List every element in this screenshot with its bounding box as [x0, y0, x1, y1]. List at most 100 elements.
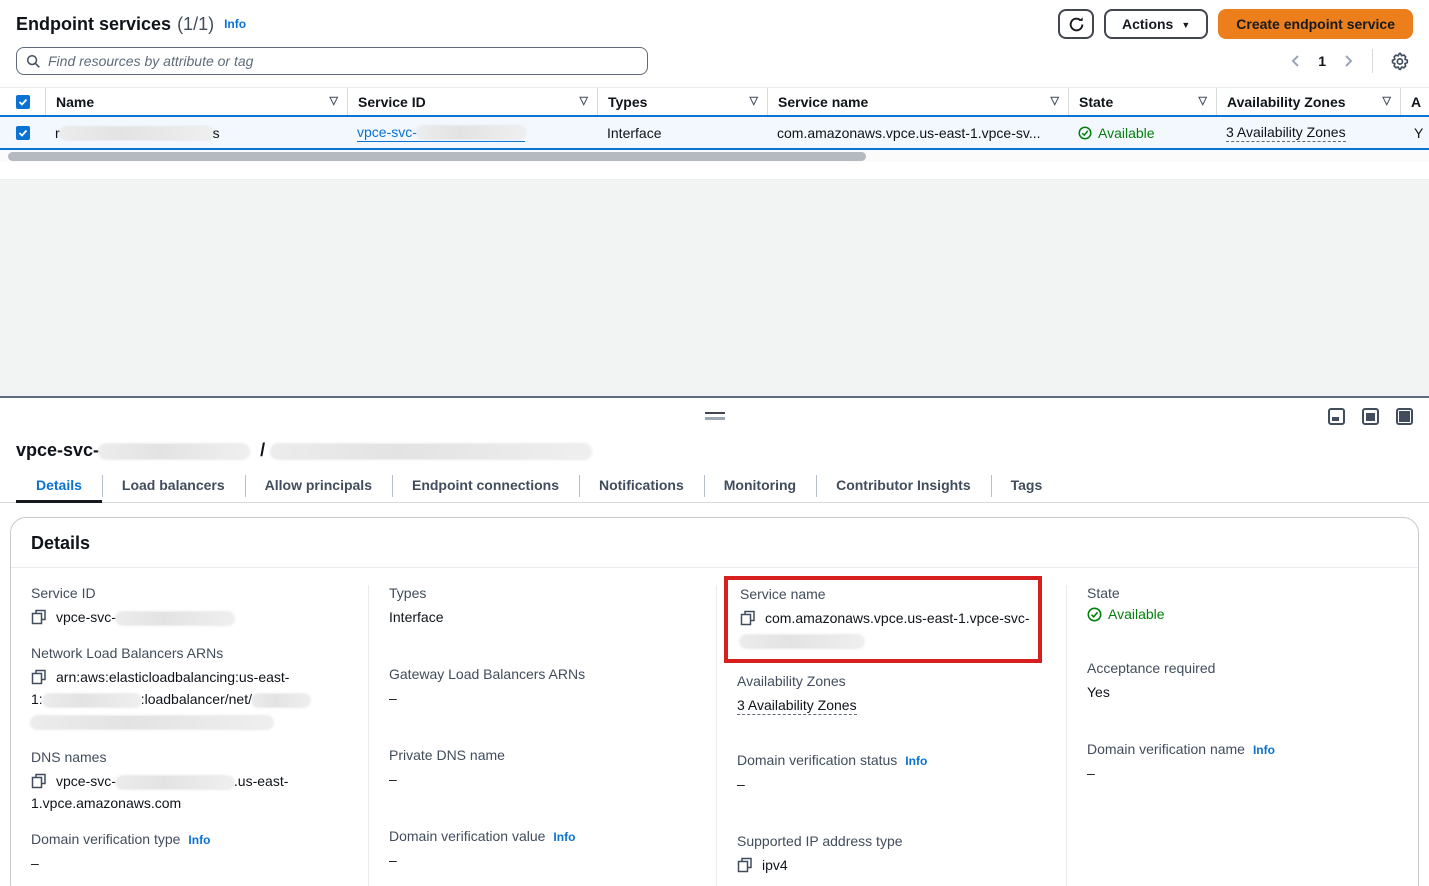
- table-row[interactable]: rs vpce-svc- Interface com.amazonaws.vpc…: [0, 115, 1429, 150]
- panel-size-small-icon[interactable]: [1328, 408, 1345, 425]
- tab-details[interactable]: Details: [16, 470, 102, 502]
- details-card: Details Service ID vpce-svc- Network Loa…: [10, 517, 1419, 886]
- field-domain-verification-name: Domain verification nameInfo –: [1087, 741, 1400, 784]
- copy-icon[interactable]: [31, 773, 47, 789]
- cell-availability-zones: 3 Availability Zones: [1216, 124, 1400, 142]
- table-card-padding: [0, 162, 1429, 179]
- row-checkbox[interactable]: [0, 126, 45, 140]
- redacted-text: [60, 127, 213, 140]
- filter-icon[interactable]: ▽: [1199, 94, 1207, 107]
- panel-size-medium-icon[interactable]: [1362, 408, 1379, 425]
- page-number[interactable]: 1: [1312, 53, 1332, 69]
- cell-name: rs: [45, 125, 347, 141]
- tab-load-balancers[interactable]: Load balancers: [102, 470, 245, 502]
- page-title: Endpoint services: [16, 14, 171, 35]
- panel-size-large-icon[interactable]: [1396, 408, 1413, 425]
- field-gwlb-arns: Gateway Load Balancers ARNs –: [389, 666, 698, 709]
- horizontal-scrollbar[interactable]: [0, 150, 1429, 162]
- create-endpoint-service-button[interactable]: Create endpoint service: [1218, 9, 1413, 39]
- resource-count: (1/1): [177, 14, 214, 35]
- tab-allow-principals[interactable]: Allow principals: [245, 470, 392, 502]
- redacted-text: [43, 694, 141, 707]
- red-annotation-box: Service name com.amazonaws.vpce.us-east-…: [724, 576, 1042, 663]
- info-link[interactable]: Info: [188, 833, 210, 847]
- field-private-dns-name: Private DNS name –: [389, 747, 698, 790]
- table-toolbar: Find resources by attribute or tag 1: [0, 45, 1429, 87]
- column-header-service-id[interactable]: Service ID ▽: [347, 88, 597, 115]
- next-page-button[interactable]: [1336, 49, 1360, 73]
- search-input[interactable]: Find resources by attribute or tag: [16, 47, 648, 75]
- field-types: Types Interface: [389, 585, 698, 628]
- tab-endpoint-connections[interactable]: Endpoint connections: [392, 470, 579, 502]
- scrollbar-thumb[interactable]: [8, 152, 866, 161]
- copy-icon[interactable]: [737, 857, 753, 873]
- copy-icon[interactable]: [31, 609, 47, 625]
- details-heading: Details: [11, 518, 1418, 568]
- copy-icon[interactable]: [31, 669, 47, 685]
- status-available-icon: [1078, 126, 1092, 140]
- column-header-types[interactable]: Types ▽: [597, 88, 767, 115]
- info-link[interactable]: Info: [905, 754, 927, 768]
- redacted-text: [116, 612, 234, 625]
- column-header-clipped[interactable]: A: [1400, 88, 1429, 115]
- availability-zones-popover[interactable]: 3 Availability Zones: [737, 697, 857, 715]
- field-service-name: Service name com.amazonaws.vpce.us-east-…: [740, 586, 1030, 651]
- field-service-id: Service ID vpce-svc-: [31, 585, 350, 628]
- info-link[interactable]: Info: [553, 830, 575, 844]
- field-domain-verification-type: Domain verification typeInfo –: [31, 831, 350, 874]
- split-panel-title: vpce-svc- /: [16, 440, 1413, 461]
- field-nlb-arns: Network Load Balancers ARNs arn:aws:elas…: [31, 645, 350, 732]
- refresh-button[interactable]: [1058, 9, 1094, 39]
- search-placeholder: Find resources by attribute or tag: [48, 53, 253, 69]
- checkbox-checked-icon: [16, 126, 30, 140]
- checkbox-checked-icon: [16, 95, 30, 109]
- filter-icon[interactable]: ▽: [580, 94, 588, 107]
- details-column-1: Service ID vpce-svc- Network Load Balanc…: [11, 585, 368, 886]
- column-header-availability-zones[interactable]: Availability Zones ▽: [1216, 88, 1400, 115]
- info-link[interactable]: Info: [1253, 743, 1275, 757]
- info-link[interactable]: Info: [224, 17, 246, 31]
- cell-service-id: vpce-svc-: [347, 124, 597, 142]
- service-id-link[interactable]: vpce-svc-: [357, 124, 525, 142]
- field-dns-names: DNS names vpce-svc-.us-east- 1.vpce.amaz…: [31, 749, 350, 814]
- split-panel-drag-handle[interactable]: [705, 412, 725, 420]
- redacted-text: [252, 694, 310, 707]
- field-domain-verification-value: Domain verification valueInfo –: [389, 828, 698, 871]
- select-all-checkbox[interactable]: [0, 88, 45, 115]
- chevron-down-icon: ▼: [1181, 20, 1190, 30]
- status-available-icon: [1087, 607, 1102, 622]
- filter-icon[interactable]: ▽: [1383, 94, 1391, 107]
- redacted-text: [417, 126, 525, 139]
- tab-monitoring[interactable]: Monitoring: [704, 470, 816, 502]
- details-column-4: State Available Acceptance required Yes …: [1066, 585, 1418, 886]
- details-column-2: Types Interface Gateway Load Balancers A…: [368, 585, 716, 886]
- field-supported-ip: Supported IP address type ipv4: [737, 833, 1048, 876]
- redacted-text: [31, 716, 273, 729]
- tab-notifications[interactable]: Notifications: [579, 470, 704, 502]
- cell-types: Interface: [597, 125, 767, 141]
- tab-contributor-insights[interactable]: Contributor Insights: [816, 470, 991, 502]
- cell-service-name: com.amazonaws.vpce.us-east-1.vpce-sv...: [767, 125, 1068, 141]
- filter-icon[interactable]: ▽: [330, 94, 338, 107]
- cell-clipped: Y: [1400, 125, 1429, 141]
- page-background: [0, 179, 1429, 396]
- cell-state: Available: [1068, 125, 1216, 141]
- column-header-name[interactable]: Name ▽: [45, 88, 347, 115]
- filter-icon[interactable]: ▽: [1051, 94, 1059, 107]
- redacted-text: [271, 444, 591, 459]
- tab-tags[interactable]: Tags: [991, 470, 1063, 502]
- copy-icon[interactable]: [740, 610, 756, 626]
- redacted-text: [740, 635, 864, 648]
- redacted-text: [99, 444, 249, 459]
- gear-icon[interactable]: [1387, 48, 1413, 74]
- column-header-service-name[interactable]: Service name ▽: [767, 88, 1068, 115]
- refresh-icon: [1068, 16, 1085, 33]
- filter-icon[interactable]: ▽: [750, 94, 758, 107]
- previous-page-button[interactable]: [1284, 49, 1308, 73]
- page-header: Endpoint services (1/1) Info Actions ▼ C…: [0, 0, 1429, 45]
- column-header-state[interactable]: State ▽: [1068, 88, 1216, 115]
- endpoint-services-panel: Endpoint services (1/1) Info Actions ▼ C…: [0, 0, 1429, 179]
- actions-button[interactable]: Actions ▼: [1104, 9, 1208, 39]
- availability-zones-popover[interactable]: 3 Availability Zones: [1226, 124, 1346, 142]
- split-panel: vpce-svc- / Details Load balancers Allow…: [0, 396, 1429, 886]
